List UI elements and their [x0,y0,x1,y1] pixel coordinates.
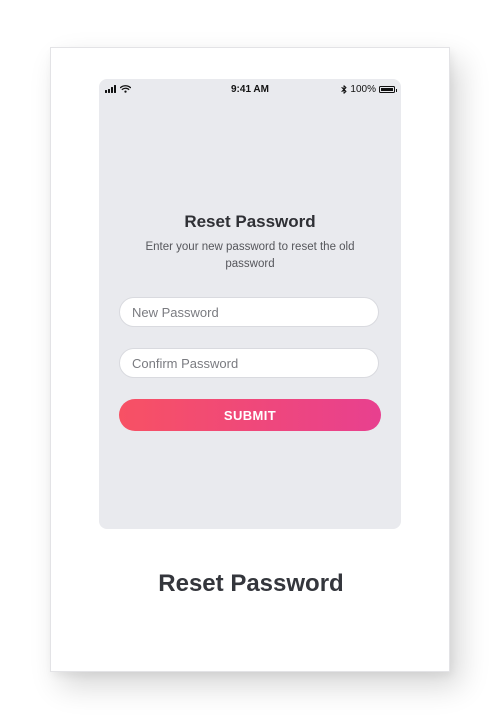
new-password-input[interactable] [119,297,379,327]
battery-icon [379,86,397,93]
screen-description: Enter your new password to reset the old… [145,241,355,270]
screen-title: Reset Password [184,212,316,231]
page-caption: Reset Password [158,570,344,597]
battery-percentage: 100% [350,84,376,95]
bluetooth-icon [341,85,347,94]
submit-button[interactable]: SUBMIT [119,399,381,431]
preview-card: 9:41 AM 100% Reset Password Enter your n… [50,47,450,672]
phone-screen: 9:41 AM 100% Reset Password Enter your n… [99,79,401,529]
status-bar: 9:41 AM 100% [99,79,401,101]
status-right: 100% [341,84,397,95]
confirm-password-input[interactable] [119,348,379,378]
